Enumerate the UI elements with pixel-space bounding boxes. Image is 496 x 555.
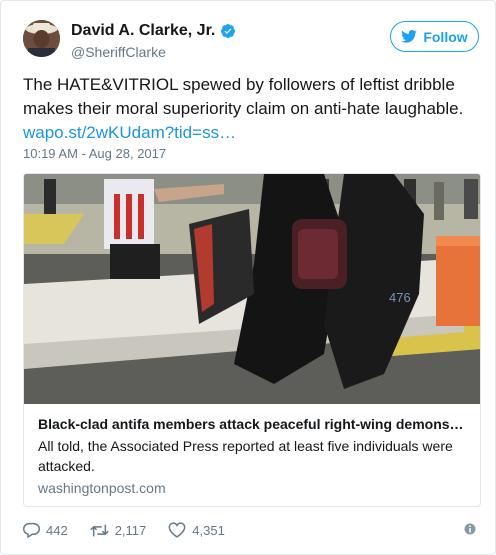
author-name[interactable]: David A. Clarke, Jr. — [71, 21, 215, 41]
card-description: All told, the Associated Press reported … — [38, 438, 453, 474]
retweet-action[interactable]: 2,117 — [89, 522, 147, 538]
verified-badge-icon — [221, 24, 236, 38]
heart-icon — [168, 522, 186, 538]
avatar[interactable] — [23, 20, 60, 57]
reply-icon — [23, 522, 40, 538]
svg-text:476: 476 — [389, 290, 411, 305]
tweet-text: The HATE&VITRIOL spewed by followers of … — [23, 73, 483, 145]
author-handle[interactable]: @SheriffClarke — [71, 43, 236, 61]
like-action[interactable]: 4,351 — [168, 522, 225, 538]
tweet-actions: 442 2,117 4,351 — [23, 519, 481, 541]
follow-label: Follow — [423, 28, 468, 45]
info-button[interactable] — [464, 522, 476, 540]
follow-button[interactable]: Follow — [390, 21, 479, 52]
tweet-body: The HATE&VITRIOL spewed by followers of … — [23, 75, 464, 118]
like-count: 4,351 — [192, 522, 225, 538]
tweet-timestamp[interactable]: 10:19 AM - Aug 28, 2017 — [23, 146, 166, 161]
retweet-count: 2,117 — [114, 522, 147, 538]
tweet-link[interactable]: wapo.st/2wKUdam?tid=ss… — [23, 121, 483, 145]
card-title[interactable]: Black-clad antifa members attack peacefu… — [38, 416, 468, 432]
retweet-icon — [89, 524, 109, 536]
card-image[interactable]: 476 — [24, 174, 480, 404]
author-block: David A. Clarke, Jr. @SheriffClarke — [71, 21, 236, 61]
author-name-row[interactable]: David A. Clarke, Jr. — [71, 21, 236, 41]
reply-count: 442 — [46, 522, 68, 538]
tweet-card: David A. Clarke, Jr. @SheriffClarke Foll… — [0, 0, 496, 555]
reply-action[interactable]: 442 — [23, 522, 68, 538]
twitter-bird-icon — [401, 30, 418, 43]
card-domain: washingtonpost.com — [38, 480, 166, 496]
info-icon — [464, 523, 476, 535]
link-preview-card[interactable]: 476 Black-clad antifa members attack pea… — [23, 173, 481, 507]
